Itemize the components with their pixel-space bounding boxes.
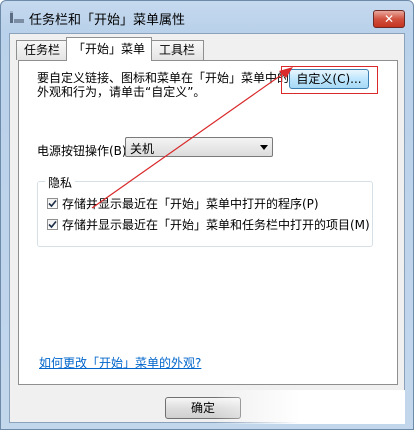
annotation-arrow	[91, 67, 293, 209]
properties-window: 任务栏和「开始」菜单属性 ✕ 任务栏 「开始」菜单 工具栏 要自定义链接、图标和…	[0, 0, 414, 430]
tab-start-menu[interactable]: 「开始」菜单	[66, 37, 152, 61]
